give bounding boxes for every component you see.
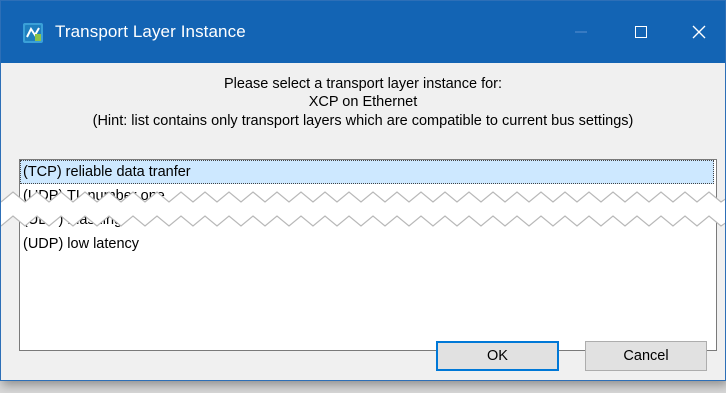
ok-button[interactable]: OK xyxy=(436,341,559,371)
app-icon xyxy=(23,23,43,43)
title-bar[interactable]: Transport Layer Instance xyxy=(1,1,725,63)
target-name: XCP on Ethernet xyxy=(308,94,418,110)
minimize-icon xyxy=(575,31,587,33)
cancel-button[interactable]: Cancel xyxy=(585,341,707,371)
window-title: Transport Layer Instance xyxy=(55,22,246,41)
list-item[interactable]: (TCP) reliable data tranfer xyxy=(20,160,714,184)
maximize-icon xyxy=(635,26,647,38)
minimize-button[interactable] xyxy=(553,1,609,63)
maximize-button[interactable] xyxy=(613,1,669,63)
hint-text: (Hint: list contains only transport laye… xyxy=(92,113,634,129)
close-icon xyxy=(692,25,706,39)
close-button[interactable] xyxy=(671,1,725,63)
transport-layer-dialog: Transport Layer Instance Please select a… xyxy=(0,0,726,381)
torn-edge-divider xyxy=(1,191,725,227)
list-item[interactable]: (UDP) low latency xyxy=(20,232,714,256)
prompt-text: Please select a transport layer instance… xyxy=(223,76,503,92)
